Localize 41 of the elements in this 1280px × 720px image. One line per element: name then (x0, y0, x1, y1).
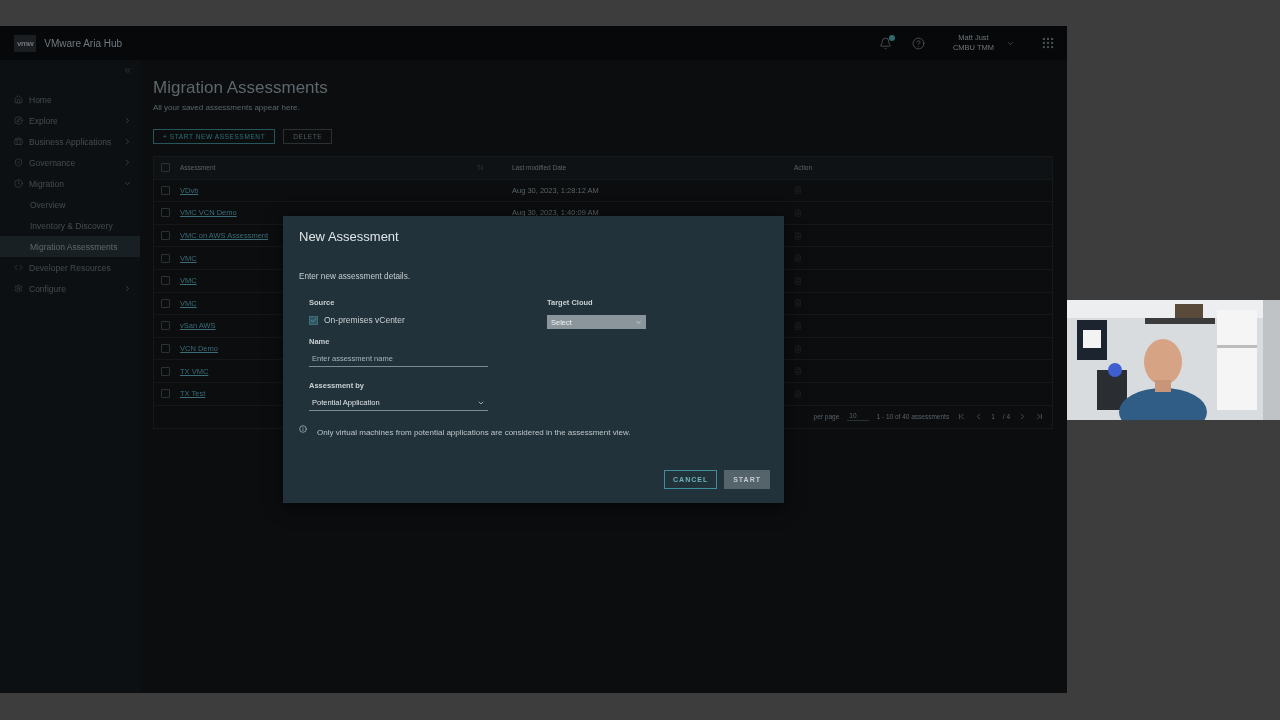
nav-icon (14, 95, 23, 104)
logo: vmw (14, 34, 37, 52)
info-note: Only virtual machines from potential applications are considered in the assessment view. (317, 428, 631, 437)
nav-icon (14, 158, 23, 167)
dialog-description: Enter new assessment details. (299, 272, 412, 281)
row-checkbox[interactable] (161, 231, 170, 241)
row-checkbox[interactable] (161, 253, 170, 263)
sidebar-item[interactable]: Governance (0, 152, 140, 173)
apps-grid-icon[interactable] (1041, 36, 1055, 50)
sidebar-item[interactable]: Migration Assessments (0, 236, 140, 257)
row-checkbox[interactable] (161, 298, 170, 308)
dialog-title: New Assessment (299, 229, 400, 244)
page-subtitle: All your saved assessments appear here. (153, 103, 301, 112)
nav-icon (14, 263, 23, 272)
nav-icon (14, 179, 23, 188)
row-checkbox[interactable] (161, 276, 170, 286)
checkbox[interactable] (161, 163, 170, 173)
info-icon (299, 425, 307, 433)
last-page-icon[interactable] (1035, 412, 1044, 422)
nav-icon (14, 116, 23, 125)
row-checkbox[interactable] (161, 321, 170, 331)
sidebar-item[interactable]: Migration (0, 173, 140, 194)
row-checkbox[interactable] (161, 344, 170, 354)
sidebar-item[interactable]: Overview (0, 194, 140, 215)
sort-icon[interactable] (477, 164, 484, 172)
next-page-icon[interactable] (1018, 412, 1027, 422)
collapse-icon[interactable] (123, 66, 132, 75)
checkbox[interactable] (309, 315, 318, 325)
page-title: Migration Assessments (153, 78, 329, 98)
row-checkbox[interactable] (161, 185, 170, 195)
bell-icon[interactable] (878, 36, 892, 50)
help-icon[interactable] (911, 36, 925, 50)
nav-icon (14, 137, 23, 146)
product-name: VMware Aria Hub (44, 37, 123, 49)
row-checkbox[interactable] (161, 366, 170, 376)
nav-icon (14, 284, 23, 293)
row-checkbox[interactable] (161, 208, 170, 218)
first-page-icon[interactable] (957, 412, 967, 422)
row-checkbox[interactable] (161, 389, 170, 399)
checkbox-label: On-premises vCenter (324, 315, 405, 325)
caret-icon (635, 318, 642, 326)
